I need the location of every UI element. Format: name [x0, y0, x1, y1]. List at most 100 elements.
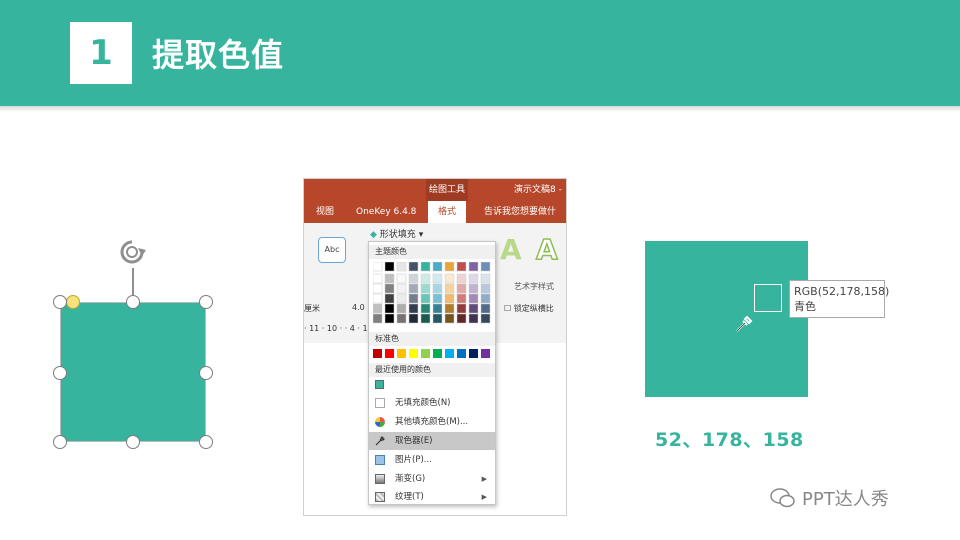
- theme-color-swatch[interactable]: [432, 293, 443, 304]
- menu-item-picture[interactable]: 图片(P)...: [369, 451, 495, 469]
- menu-item-more-colors[interactable]: 其他填充颜色(M)...: [369, 413, 495, 431]
- theme-color-swatch[interactable]: [373, 293, 383, 304]
- theme-color-swatch[interactable]: [468, 313, 479, 324]
- standard-color-row[interactable]: [373, 349, 493, 359]
- standard-color-swatch[interactable]: [469, 349, 478, 358]
- theme-color-swatch[interactable]: [384, 293, 395, 304]
- menu-item-eyedropper[interactable]: 取色器(E): [369, 432, 495, 450]
- theme-color-swatch[interactable]: [432, 273, 443, 284]
- theme-color-swatch[interactable]: [468, 273, 479, 284]
- shape-style-preview[interactable]: Abc: [318, 237, 346, 263]
- standard-color-swatch[interactable]: [385, 349, 394, 358]
- theme-color-swatch[interactable]: [456, 262, 467, 272]
- wordart-style-outline-a[interactable]: A: [535, 232, 558, 267]
- wordart-style-a[interactable]: A: [500, 233, 522, 266]
- resize-handle-br[interactable]: [199, 435, 213, 449]
- standard-color-swatch[interactable]: [397, 349, 406, 358]
- theme-color-swatch[interactable]: [468, 293, 479, 304]
- theme-color-swatch[interactable]: [456, 283, 467, 294]
- lock-ratio-checkbox[interactable]: ☐ 锁定纵横比: [504, 303, 554, 314]
- theme-color-grid[interactable]: [373, 262, 493, 328]
- theme-color-swatch[interactable]: [384, 283, 395, 294]
- theme-color-swatch[interactable]: [373, 313, 383, 324]
- theme-color-swatch[interactable]: [468, 283, 479, 294]
- standard-color-swatch[interactable]: [409, 349, 418, 358]
- standard-color-swatch[interactable]: [457, 349, 466, 358]
- theme-color-swatch[interactable]: [456, 303, 467, 314]
- theme-color-swatch[interactable]: [420, 303, 431, 314]
- theme-color-swatch[interactable]: [373, 303, 383, 314]
- theme-color-swatch[interactable]: [396, 262, 407, 272]
- standard-color-swatch[interactable]: [373, 349, 382, 358]
- tab-view[interactable]: 视图: [316, 201, 334, 223]
- theme-color-swatch[interactable]: [432, 303, 443, 314]
- standard-color-swatch[interactable]: [433, 349, 442, 358]
- theme-color-swatch[interactable]: [396, 303, 407, 314]
- theme-color-swatch[interactable]: [444, 303, 455, 314]
- theme-color-swatch[interactable]: [432, 313, 443, 324]
- theme-color-swatch[interactable]: [444, 293, 455, 304]
- tab-onekey[interactable]: OneKey 6.4.8: [356, 201, 416, 223]
- theme-color-swatch[interactable]: [396, 273, 407, 284]
- theme-color-swatch[interactable]: [480, 313, 491, 324]
- resize-handle-l[interactable]: [53, 366, 67, 380]
- rotate-handle-icon[interactable]: [116, 236, 148, 268]
- theme-color-swatch[interactable]: [468, 303, 479, 314]
- menu-item-gradient[interactable]: 渐变(G) ▶: [369, 470, 495, 488]
- theme-color-swatch[interactable]: [420, 313, 431, 324]
- teal-rectangle[interactable]: [60, 302, 206, 442]
- resize-handle-tr[interactable]: [199, 295, 213, 309]
- theme-color-swatch[interactable]: [373, 262, 383, 272]
- theme-color-swatch[interactable]: [396, 283, 407, 294]
- shape-fill-button[interactable]: ◆ 形状填充 ▾: [370, 227, 423, 240]
- theme-color-swatch[interactable]: [420, 283, 431, 294]
- resize-handle-r[interactable]: [199, 366, 213, 380]
- theme-color-swatch[interactable]: [408, 262, 419, 272]
- theme-color-swatch[interactable]: [373, 273, 383, 284]
- resize-handle-b[interactable]: [126, 435, 140, 449]
- resize-handle-bl[interactable]: [53, 435, 67, 449]
- theme-color-swatch[interactable]: [384, 303, 395, 314]
- theme-color-swatch[interactable]: [396, 293, 407, 304]
- theme-color-swatch[interactable]: [408, 293, 419, 304]
- tell-me-search[interactable]: 告诉我您想要做什: [484, 201, 556, 223]
- theme-color-swatch[interactable]: [444, 273, 455, 284]
- theme-color-swatch[interactable]: [384, 262, 395, 272]
- theme-color-swatch[interactable]: [480, 303, 491, 314]
- menu-item-no-fill[interactable]: 无填充颜色(N): [369, 394, 495, 412]
- adjust-handle[interactable]: [66, 295, 80, 309]
- theme-color-swatch[interactable]: [444, 262, 455, 272]
- theme-color-swatch[interactable]: [420, 262, 431, 272]
- theme-color-swatch[interactable]: [468, 262, 479, 272]
- theme-color-swatch[interactable]: [420, 293, 431, 304]
- theme-color-swatch[interactable]: [480, 262, 491, 272]
- menu-item-texture[interactable]: 纹理(T) ▶: [369, 488, 495, 506]
- standard-color-swatch[interactable]: [421, 349, 430, 358]
- theme-color-swatch[interactable]: [408, 283, 419, 294]
- theme-color-swatch[interactable]: [444, 313, 455, 324]
- theme-color-swatch[interactable]: [384, 273, 395, 284]
- standard-color-swatch[interactable]: [481, 349, 490, 358]
- theme-color-swatch[interactable]: [444, 283, 455, 294]
- resize-handle-t[interactable]: [126, 295, 140, 309]
- theme-color-swatch[interactable]: [480, 293, 491, 304]
- theme-color-swatch[interactable]: [373, 283, 383, 294]
- theme-color-swatch[interactable]: [480, 283, 491, 294]
- theme-color-swatch[interactable]: [408, 313, 419, 324]
- theme-color-swatch[interactable]: [432, 283, 443, 294]
- theme-color-swatch[interactable]: [420, 273, 431, 284]
- theme-color-swatch[interactable]: [456, 293, 467, 304]
- tab-format[interactable]: 格式: [428, 201, 467, 223]
- theme-color-swatch[interactable]: [480, 273, 491, 284]
- theme-color-swatch[interactable]: [456, 273, 467, 284]
- theme-color-swatch[interactable]: [384, 313, 395, 324]
- recent-color-swatch[interactable]: [375, 380, 384, 389]
- standard-color-swatch[interactable]: [445, 349, 454, 358]
- theme-color-swatch[interactable]: [408, 273, 419, 284]
- theme-color-swatch[interactable]: [456, 313, 467, 324]
- theme-color-swatch[interactable]: [432, 262, 443, 272]
- theme-color-swatch[interactable]: [396, 313, 407, 324]
- theme-color-swatch[interactable]: [408, 303, 419, 314]
- resize-handle-tl[interactable]: [53, 295, 67, 309]
- size-input[interactable]: 4.0: [352, 303, 365, 312]
